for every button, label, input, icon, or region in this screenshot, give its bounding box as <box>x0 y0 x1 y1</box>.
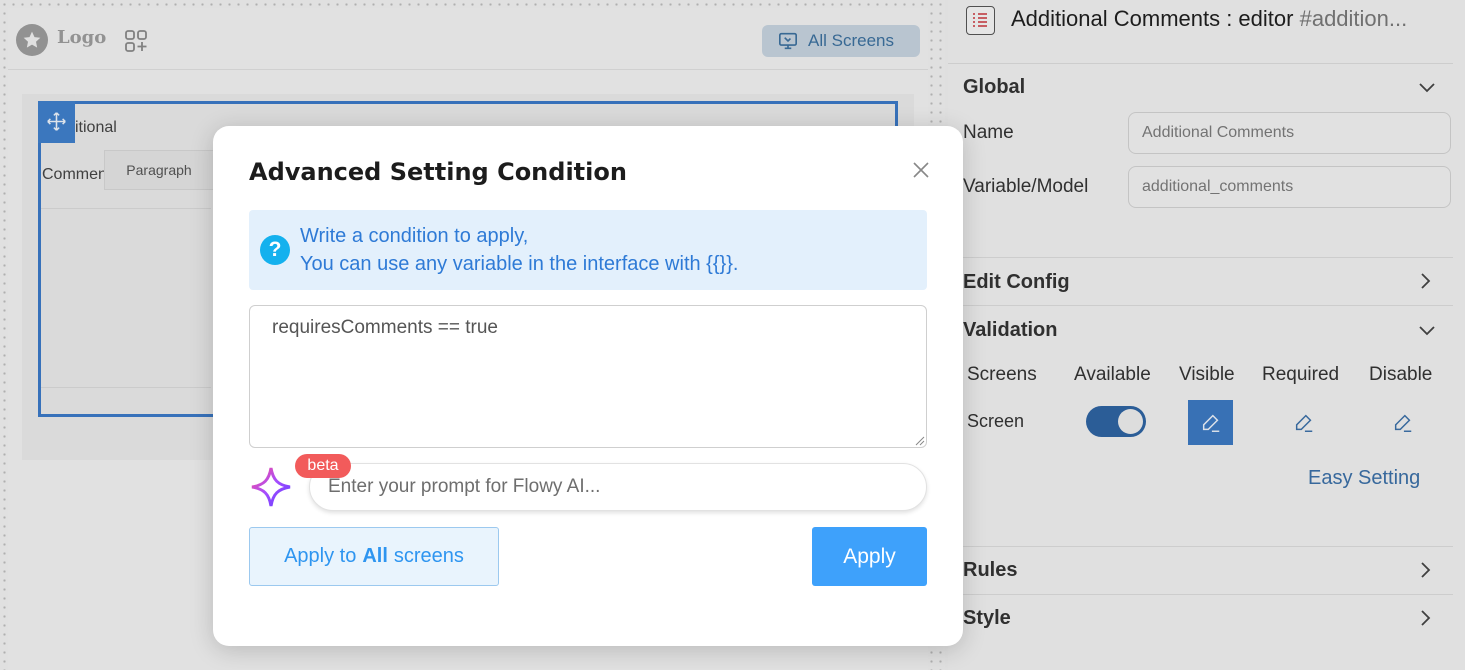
info-line-2: You can use any variable in the interfac… <box>300 253 739 275</box>
condition-textarea[interactable]: requiresComments == true <box>249 305 927 448</box>
advanced-setting-modal: Advanced Setting Condition ? Write a con… <box>213 126 963 646</box>
close-icon[interactable] <box>910 159 932 181</box>
question-icon: ? <box>260 235 290 265</box>
apply-all-bold: All <box>362 545 388 567</box>
apply-all-prefix: Apply to <box>284 545 357 567</box>
apply-all-screens-button[interactable]: Apply to All screens <box>249 527 499 586</box>
apply-all-suffix: screens <box>393 545 464 567</box>
flowy-ai-sparkle-icon <box>251 467 291 507</box>
info-text: Write a condition to apply, You can use … <box>300 222 738 278</box>
beta-badge: beta <box>295 454 351 478</box>
info-line-1: Write a condition to apply, <box>300 225 529 247</box>
resize-grip-icon[interactable] <box>915 436 925 446</box>
info-box: ? Write a condition to apply, You can us… <box>249 210 927 290</box>
apply-button[interactable]: Apply <box>812 527 927 586</box>
modal-title: Advanced Setting Condition <box>249 158 627 186</box>
flowy-ai-prompt-input[interactable] <box>309 463 927 511</box>
